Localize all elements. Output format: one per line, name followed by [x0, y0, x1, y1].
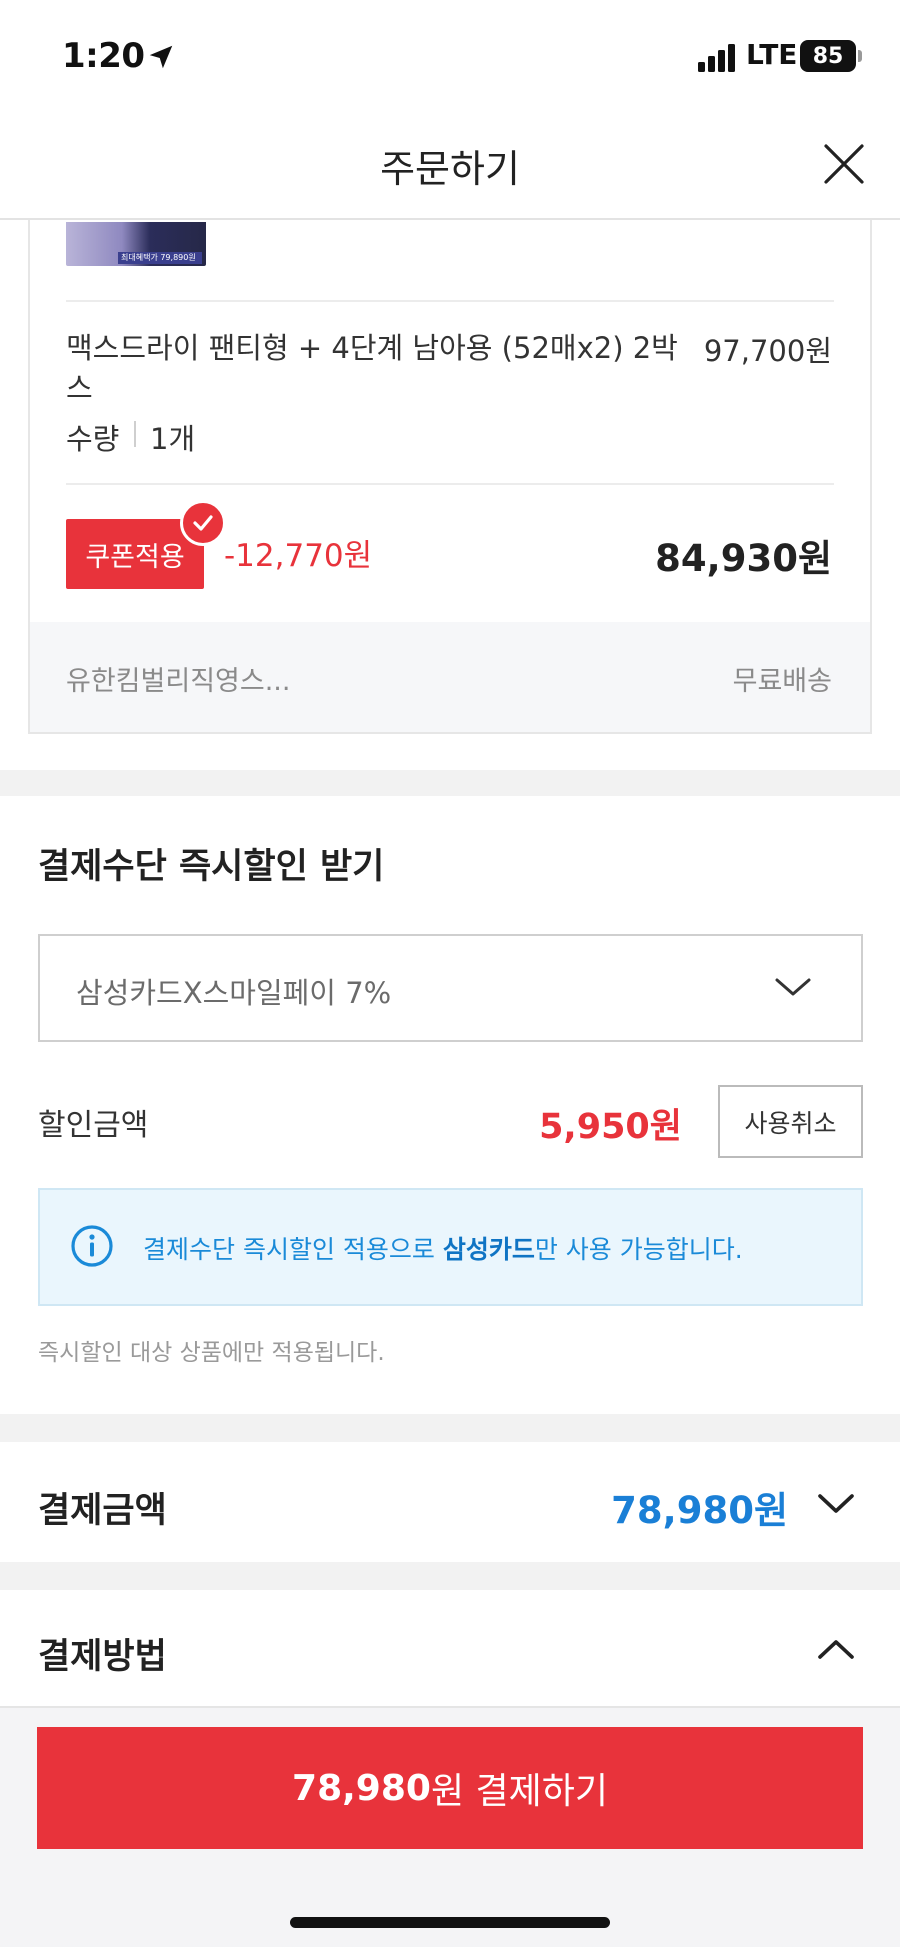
payment-amount-value[interactable]: 78,980원 — [520, 1480, 788, 1534]
info-notice-text: 결제수단 즉시할인 적용으로 삼성카드만 사용 가능합니다. — [143, 1235, 743, 1264]
chevron-down-icon[interactable] — [816, 1488, 856, 1518]
signal-icon — [698, 44, 735, 72]
close-icon[interactable] — [822, 142, 866, 186]
section-gap — [0, 770, 900, 796]
pay-button[interactable]: 78,980 원 결제하기 — [37, 1727, 863, 1849]
shipping-info: 무료배송 — [732, 666, 832, 697]
section-gap — [0, 1414, 900, 1442]
chevron-down-icon — [775, 978, 811, 996]
battery-nub — [858, 50, 862, 62]
divider — [66, 300, 834, 302]
instant-discount-title: 결제수단 즉시할인 받기 — [38, 847, 385, 887]
chevron-up-icon[interactable] — [816, 1634, 856, 1664]
discount-amount-label: 할인금액 — [38, 1108, 149, 1143]
card-discount-select-value: 삼성카드X스마일페이 7% — [76, 976, 392, 1010]
network-type: LTE — [746, 38, 798, 71]
payment-amount-label: 결제금액 — [38, 1491, 167, 1531]
info-bold-card: 삼성카드 — [442, 1235, 535, 1264]
quantity-value: 1개 — [150, 422, 196, 456]
location-arrow-icon — [149, 45, 173, 69]
thumbnail-price-tag: 최대혜택가 79,890원 — [118, 252, 202, 264]
payment-method-label: 결제방법 — [38, 1637, 167, 1677]
seller-name: 유한킴벌리직영스... — [66, 666, 291, 697]
section-gap — [0, 1562, 900, 1590]
quantity-label: 수량 — [66, 422, 120, 456]
check-icon — [180, 500, 226, 546]
product-name: 맥스드라이 팬티형 + 4단계 남아용 (52매x2) 2박스 — [66, 331, 678, 405]
info-icon — [71, 1225, 113, 1267]
cancel-discount-button[interactable]: 사용취소 — [718, 1085, 863, 1158]
item-final-price: 84,930원 — [655, 537, 832, 580]
discount-note: 즉시할인 대상 상품에만 적용됩니다. — [38, 1340, 385, 1366]
discount-amount-value: 5,950원 — [539, 1107, 682, 1147]
status-time: 1:20 — [62, 36, 145, 76]
battery-icon: 85 — [800, 40, 856, 72]
divider — [66, 483, 834, 485]
page-title: 주문하기 — [380, 147, 520, 191]
home-indicator — [290, 1917, 610, 1928]
quantity-separator — [134, 421, 136, 447]
coupon-discount-amount: -12,770원 — [224, 538, 373, 574]
product-price: 97,700원 — [703, 334, 832, 368]
